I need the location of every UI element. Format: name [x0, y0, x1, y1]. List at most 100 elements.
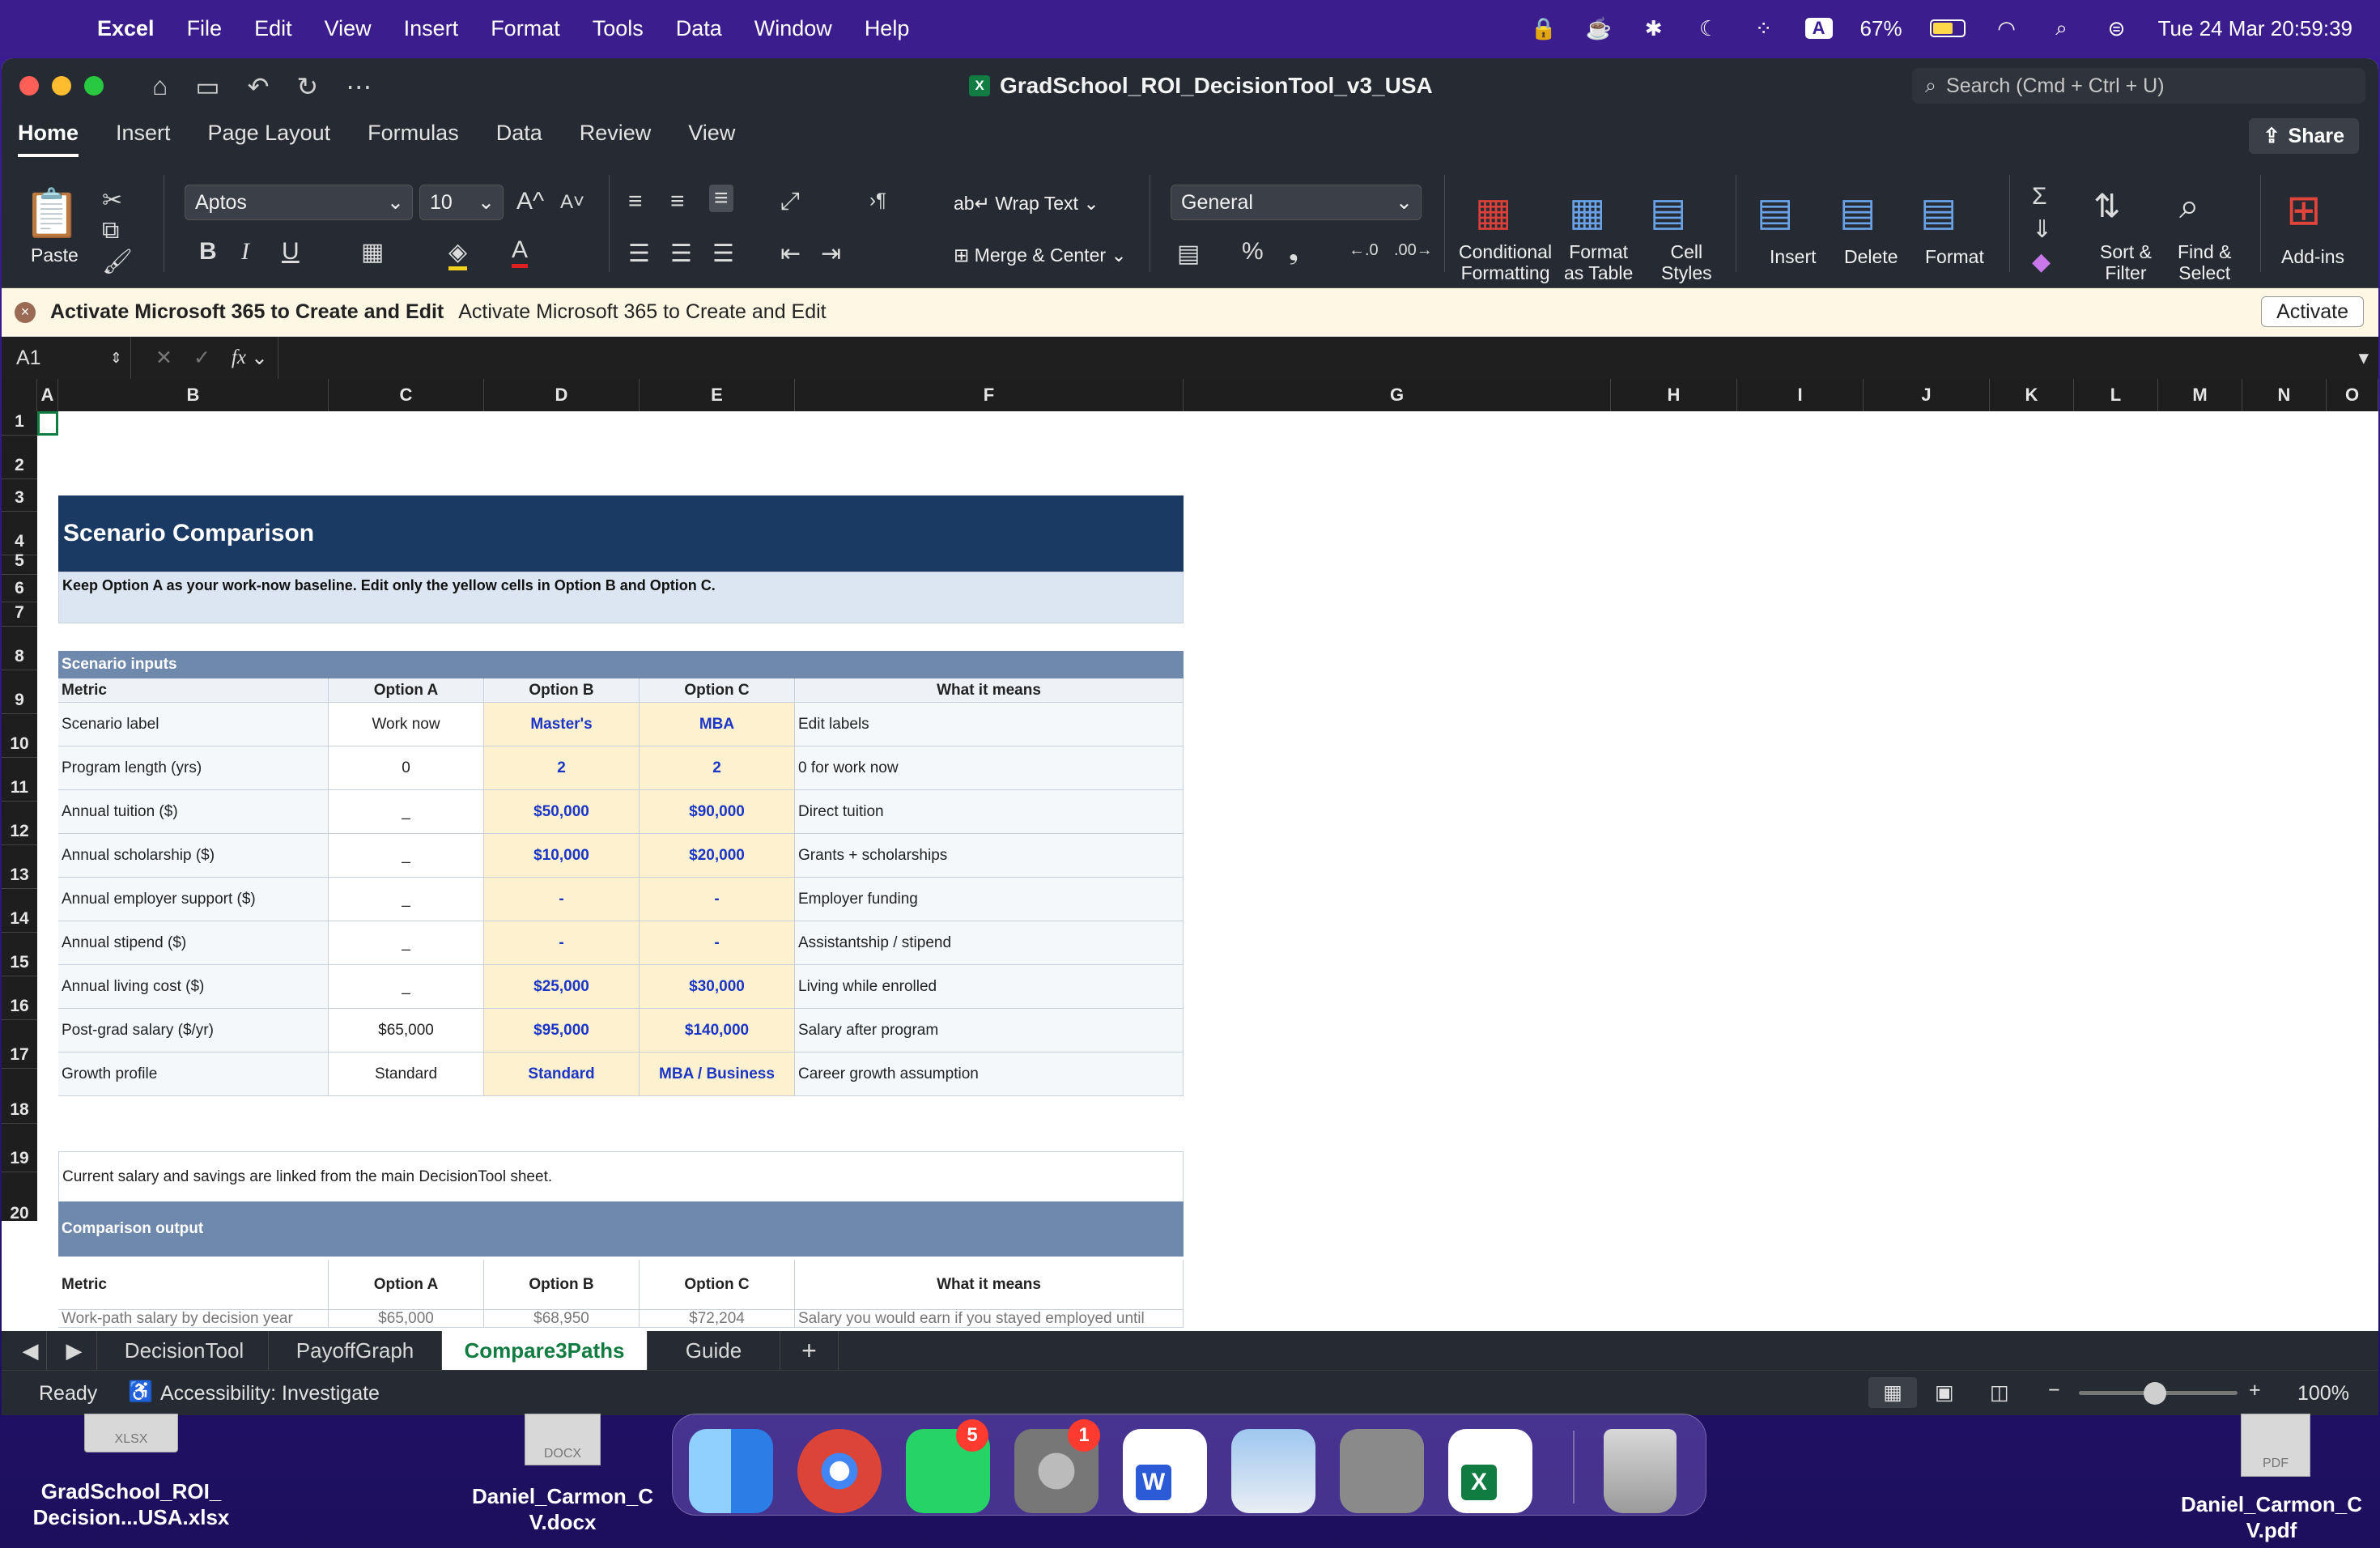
cell-styles-button[interactable]: Cell Styles — [1661, 241, 1712, 283]
fill-color-icon[interactable]: ◈ — [448, 238, 468, 270]
tab-review[interactable]: Review — [580, 121, 652, 157]
search-box[interactable]: ⌕ Search (Cmd + Ctrl + U) — [1912, 68, 2365, 104]
zoom-in-button[interactable]: + — [2249, 1379, 2261, 1402]
column-header[interactable]: A — [37, 379, 58, 411]
bold-button[interactable]: B — [199, 238, 217, 266]
metric-label[interactable]: Post-grad salary ($/yr) — [58, 1009, 329, 1053]
input-cell[interactable]: - — [640, 878, 795, 921]
align-middle-icon[interactable]: ≡ — [670, 188, 685, 215]
minimize-window-button[interactable] — [52, 76, 71, 96]
excel-icon[interactable]: X — [1448, 1429, 1532, 1513]
tab-insert[interactable]: Insert — [116, 121, 171, 157]
save-icon[interactable]: ▭ — [195, 71, 219, 102]
metric-label[interactable]: Annual employer support ($) — [58, 878, 329, 921]
accessibility-status[interactable]: Accessibility: Investigate — [160, 1382, 380, 1406]
desktop-file-pdf[interactable]: Daniel_Carmon_C V.pdf — [2163, 1491, 2380, 1543]
row-header[interactable]: 3 — [2, 479, 37, 512]
tab-decisiontool[interactable]: DecisionTool — [100, 1331, 269, 1370]
metric-description[interactable]: Assistantship / stipend — [795, 921, 1184, 965]
cancel-icon[interactable]: ✕ — [155, 346, 172, 370]
cut-icon[interactable]: ✂ — [102, 186, 122, 215]
enter-icon[interactable]: ✓ — [193, 346, 210, 370]
menu-window[interactable]: Window — [754, 16, 832, 41]
row-header[interactable]: 13 — [2, 845, 37, 889]
column-header[interactable]: H — [1611, 379, 1737, 411]
more-icon[interactable]: ⋯ — [346, 71, 372, 102]
metric-description[interactable]: Edit labels — [795, 703, 1184, 746]
metric-description[interactable]: Direct tuition — [795, 790, 1184, 834]
input-cell[interactable]: $140,000 — [640, 1009, 795, 1053]
next-sheet-icon[interactable]: ▶ — [52, 1331, 97, 1370]
column-header[interactable]: N — [2242, 379, 2327, 411]
paste-icon[interactable]: 📋 — [23, 186, 81, 241]
output-row-cell[interactable]: $68,950 — [484, 1310, 640, 1328]
row-header[interactable]: 12 — [2, 802, 37, 845]
row-header[interactable]: 11 — [2, 758, 37, 802]
font-name-select[interactable]: Aptos ⌄ — [185, 185, 413, 220]
metric-description[interactable]: 0 for work now — [795, 746, 1184, 790]
moon-icon[interactable]: ☾ — [1695, 16, 1723, 40]
input-cell[interactable]: _ — [329, 921, 484, 965]
column-header[interactable]: D — [484, 379, 640, 411]
column-header[interactable]: E — [640, 379, 795, 411]
menu-insert[interactable]: Insert — [404, 16, 459, 41]
undo-icon[interactable]: ↶ — [248, 71, 270, 102]
menu-view[interactable]: View — [325, 16, 372, 41]
input-cell[interactable]: - — [484, 921, 640, 965]
text-direction-icon[interactable]: ›¶ — [869, 189, 886, 212]
expand-formula-icon[interactable]: ▾ — [2358, 346, 2369, 370]
row-header[interactable]: 5 — [2, 551, 37, 575]
clear-icon[interactable]: ◆ — [2032, 248, 2051, 276]
cell-styles-icon[interactable]: ▤ — [1650, 189, 1686, 235]
row-header[interactable]: 7 — [2, 602, 37, 627]
menu-edit[interactable]: Edit — [254, 16, 292, 41]
column-header[interactable]: B — [58, 379, 329, 411]
row-header[interactable]: 19 — [2, 1124, 37, 1172]
add-ins-icon[interactable]: ⊞ — [2286, 186, 2322, 235]
insert-cells-icon[interactable]: ▤ — [1757, 189, 1793, 235]
input-cell[interactable]: MBA — [640, 703, 795, 746]
tab-data[interactable]: Data — [496, 121, 542, 157]
home-icon[interactable]: ⌂ — [152, 71, 168, 102]
row-header[interactable]: 9 — [2, 670, 37, 714]
fill-icon[interactable]: ⇓ — [2032, 215, 2052, 244]
column-header[interactable]: I — [1737, 379, 1864, 411]
font-color-icon[interactable]: A — [512, 236, 529, 268]
orientation-icon[interactable]: ⤢ — [780, 188, 800, 215]
bluetooth-icon[interactable]: ✱ — [1640, 16, 1668, 40]
page-break-view-icon[interactable]: ◫ — [1990, 1380, 2009, 1405]
format-as-table-icon[interactable]: ▦ — [1569, 189, 1605, 235]
underline-button[interactable]: U — [282, 238, 300, 266]
row-header[interactable]: 17 — [2, 1020, 37, 1069]
metric-label[interactable]: Annual stipend ($) — [58, 921, 329, 965]
column-header[interactable]: M — [2158, 379, 2242, 411]
metric-description[interactable]: Career growth assumption — [795, 1053, 1184, 1096]
zoom-window-button[interactable] — [84, 76, 104, 96]
delete-cells-icon[interactable]: ▤ — [1839, 189, 1876, 235]
row-header[interactable]: 10 — [2, 714, 37, 758]
merge-center-button[interactable]: ⊞ Merge & Center ⌄ — [954, 245, 1127, 266]
column-header[interactable]: K — [1990, 379, 2074, 411]
increase-decimal-icon[interactable]: ←.0 — [1349, 241, 1379, 260]
preview-icon[interactable] — [1231, 1429, 1315, 1513]
share-button[interactable]: ⇪ Share — [2248, 118, 2359, 154]
prev-sheet-icon[interactable]: ◀ — [15, 1331, 47, 1370]
docx-file-icon[interactable]: DOCX — [525, 1414, 601, 1465]
tab-payoffgraph[interactable]: PayoffGraph — [269, 1331, 442, 1370]
metric-label[interactable]: Annual tuition ($) — [58, 790, 329, 834]
input-cell[interactable]: _ — [329, 878, 484, 921]
output-row-cell[interactable]: $65,000 — [329, 1310, 484, 1328]
menu-help[interactable]: Help — [865, 16, 910, 41]
row-header[interactable]: 20 — [2, 1172, 37, 1227]
row-header[interactable]: 4 — [2, 512, 37, 555]
metric-label[interactable]: Annual living cost ($) — [58, 965, 329, 1009]
row-header[interactable]: 1 — [2, 411, 37, 436]
metric-label[interactable]: Scenario label — [58, 703, 329, 746]
find-select-icon[interactable]: ⌕ — [2179, 186, 2199, 227]
align-right-icon[interactable]: ☰ — [712, 240, 734, 268]
close-message-icon[interactable]: × — [15, 301, 36, 323]
paste-label[interactable]: Paste — [31, 245, 79, 266]
trash-icon[interactable] — [1604, 1429, 1677, 1513]
font-size-select[interactable]: 10 ⌄ — [419, 185, 504, 220]
input-cell[interactable]: 0 — [329, 746, 484, 790]
